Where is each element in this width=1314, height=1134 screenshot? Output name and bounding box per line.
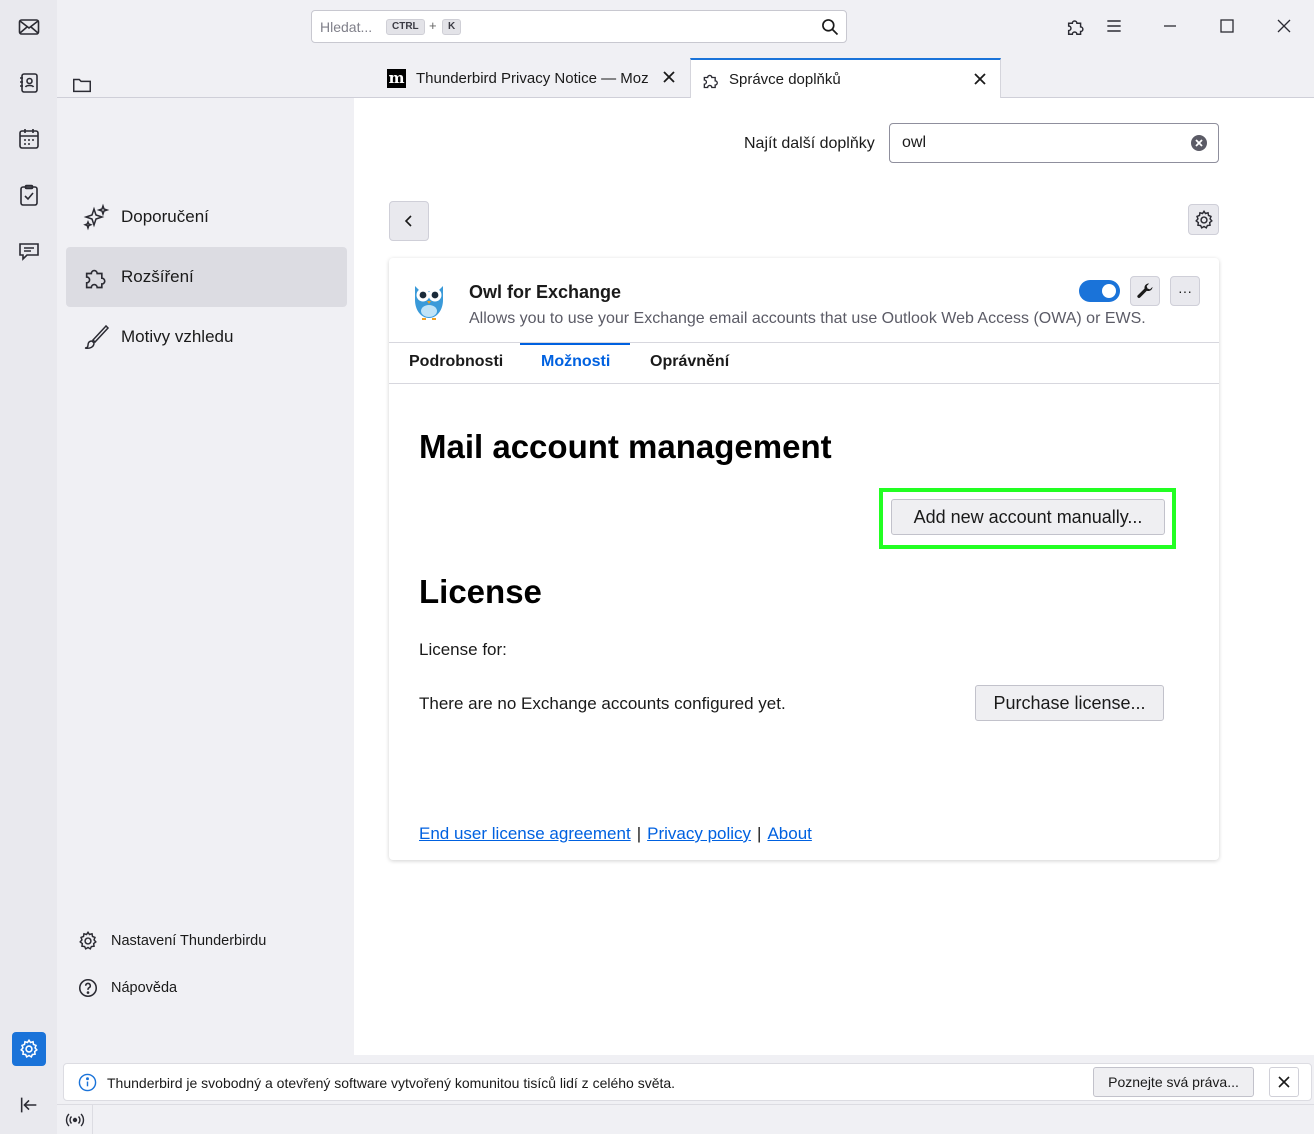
- addons-icon[interactable]: [1064, 14, 1088, 38]
- spaces-toolbar: [0, 0, 57, 1134]
- puzzle-icon: [81, 262, 111, 292]
- brush-icon: [81, 322, 111, 352]
- gear-icon: [1193, 209, 1215, 231]
- mail-account-heading: Mail account management: [419, 428, 832, 465]
- tasks-icon[interactable]: [12, 178, 46, 212]
- shortcut-key: K: [442, 19, 462, 35]
- license-heading: License: [419, 573, 542, 610]
- minimize-icon[interactable]: [1158, 14, 1182, 38]
- back-button[interactable]: [389, 201, 429, 241]
- link-separator: |: [636, 824, 642, 843]
- find-addons-value: owl: [902, 134, 927, 151]
- title-bar: Hledat... CTRL + K: [57, 0, 1314, 53]
- close-tab-icon[interactable]: [661, 69, 677, 85]
- search-placeholder: Hledat...: [320, 19, 373, 35]
- menu-icon[interactable]: [1102, 14, 1126, 38]
- calendar-icon[interactable]: [12, 122, 46, 156]
- sparkle-icon: [81, 202, 111, 232]
- collapse-icon[interactable]: [12, 1088, 46, 1122]
- no-accounts-text: There are no Exchange accounts configure…: [419, 694, 786, 713]
- global-search-input[interactable]: Hledat... CTRL + K: [311, 10, 847, 43]
- toggle-knob: [1102, 284, 1116, 298]
- close-tab-icon[interactable]: [972, 71, 988, 87]
- category-themes[interactable]: Motivy vzhledu: [66, 307, 347, 367]
- addon-main-pane: Najít další doplňky owl Owl for Exchange: [354, 98, 1314, 1055]
- search-icon[interactable]: [820, 17, 840, 37]
- category-extensions[interactable]: Rozšíření: [66, 247, 347, 307]
- info-icon: [78, 1073, 97, 1092]
- chevron-left-icon: [402, 214, 416, 228]
- tab-title: Thunderbird Privacy Notice — Mozi: [416, 69, 648, 87]
- footer-links: End user license agreement | Privacy polic…: [419, 824, 812, 844]
- tab-options[interactable]: Možnosti: [541, 353, 610, 371]
- close-notification-icon[interactable]: [1269, 1067, 1299, 1097]
- owl-logo-icon: [409, 278, 449, 322]
- addons-tab-icon: [701, 70, 721, 90]
- more-icon: ···: [1178, 283, 1192, 299]
- category-recommendations[interactable]: Doporučení: [66, 187, 347, 247]
- status-bar: [57, 1104, 1314, 1134]
- find-addons-label: Najít další doplňky: [744, 135, 875, 152]
- tab-title: Správce doplňků: [729, 71, 841, 88]
- active-tab-indicator: [520, 343, 630, 345]
- mail-icon[interactable]: [12, 10, 46, 44]
- addon-card: Owl for Exchange Allows you to use your …: [389, 258, 1219, 860]
- category-label: Doporučení: [121, 207, 209, 226]
- addon-name: Owl for Exchange: [469, 282, 622, 302]
- online-status-icon[interactable]: [65, 1112, 85, 1128]
- addon-enable-toggle[interactable]: [1079, 280, 1120, 302]
- addon-options-button[interactable]: [1130, 276, 1160, 306]
- maximize-icon[interactable]: [1215, 14, 1239, 38]
- find-addons-input[interactable]: owl: [889, 123, 1219, 163]
- addon-more-button[interactable]: ···: [1170, 276, 1200, 306]
- know-your-rights-button[interactable]: Poznejte svá práva...: [1093, 1067, 1254, 1097]
- eula-link[interactable]: End user license agreement: [419, 824, 631, 843]
- notification-bar: Thunderbird je svobodný a otevřený softw…: [57, 1055, 1314, 1104]
- help-link[interactable]: Nápověda: [77, 977, 177, 999]
- thunderbird-settings-link[interactable]: Nastavení Thunderbirdu: [77, 930, 266, 952]
- clear-search-icon[interactable]: [1190, 134, 1208, 152]
- chat-icon[interactable]: [12, 234, 46, 268]
- category-label: Rozšíření: [121, 267, 194, 286]
- addon-tools-button[interactable]: [1188, 204, 1219, 235]
- tab-privacy-notice[interactable]: m Thunderbird Privacy Notice — Mozi: [377, 58, 689, 98]
- status-divider: [92, 1105, 93, 1134]
- help-label: Nápověda: [111, 980, 178, 996]
- addon-description: Allows you to use your Exchange email ac…: [469, 310, 1146, 327]
- license-for-label: License for:: [419, 640, 507, 659]
- settings-icon[interactable]: [12, 1032, 46, 1066]
- shortcut-plus: +: [429, 18, 437, 33]
- wrench-icon: [1135, 281, 1155, 301]
- add-account-button[interactable]: Add new account manually...: [891, 499, 1165, 535]
- addons-sidebar: Doporučení Rozšíření Motivy vzhledu Nast…: [57, 98, 354, 1055]
- tab-addons-manager[interactable]: Správce doplňků: [690, 58, 1001, 99]
- link-separator: |: [757, 824, 762, 843]
- address-book-icon[interactable]: [12, 66, 46, 100]
- shortcut-ctrl: CTRL: [386, 19, 425, 35]
- about-link[interactable]: About: [767, 824, 811, 843]
- mozilla-favicon-icon: m: [387, 68, 406, 88]
- addon-detail-tabs: Podrobnosti Možnosti Oprávnění: [389, 342, 1219, 384]
- purchase-license-button[interactable]: Purchase license...: [975, 685, 1164, 721]
- tab-permissions[interactable]: Oprávnění: [650, 353, 729, 371]
- privacy-policy-link[interactable]: Privacy policy: [647, 824, 751, 843]
- tab-details[interactable]: Podrobnosti: [409, 353, 503, 371]
- help-icon: [77, 977, 99, 999]
- close-window-icon[interactable]: [1272, 14, 1296, 38]
- category-label: Motivy vzhledu: [121, 327, 234, 346]
- notification-box: Thunderbird je svobodný a otevřený softw…: [63, 1063, 1312, 1101]
- notification-text: Thunderbird je svobodný a otevřený softw…: [107, 1075, 676, 1091]
- settings-label: Nastavení Thunderbirdu: [111, 933, 267, 949]
- tab-strip: m Thunderbird Privacy Notice — Mozi Sprá…: [57, 53, 1314, 99]
- gear-icon: [77, 930, 99, 952]
